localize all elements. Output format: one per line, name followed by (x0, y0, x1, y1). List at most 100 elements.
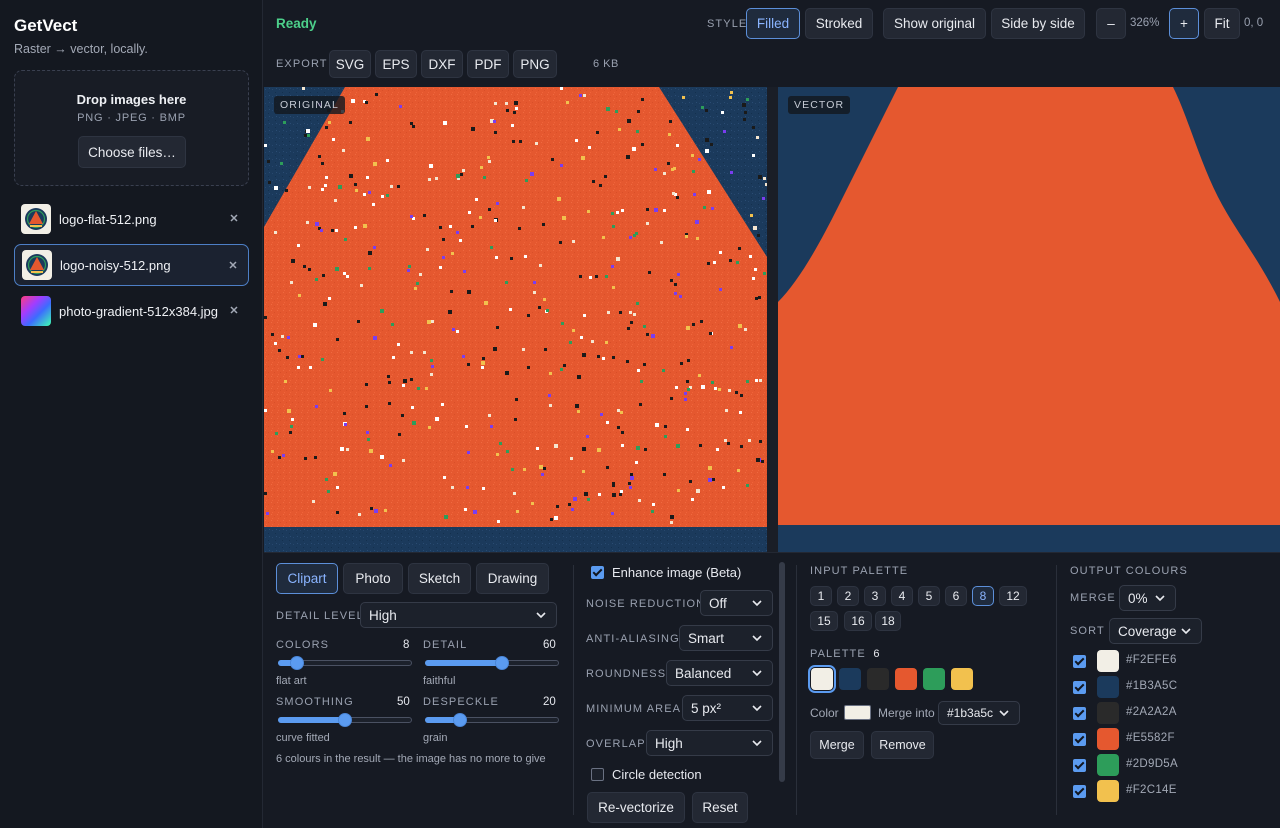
export-png-button[interactable]: PNG (513, 50, 557, 78)
logo-thumbnail (22, 250, 52, 280)
file-item-logo-flat[interactable]: logo-flat-512.png (14, 198, 249, 240)
palette-count-2[interactable]: 2 (837, 586, 859, 606)
preset-photo-button[interactable]: Photo (343, 563, 403, 594)
merge-percent-label: MERGE (1070, 592, 1116, 604)
colour-checkbox[interactable] (1073, 759, 1086, 772)
merge-button[interactable]: Merge (810, 731, 864, 759)
output-colour-row[interactable]: #2A2A2A (1073, 702, 1193, 724)
detail-level-label: DETAIL LEVEL (276, 610, 364, 622)
scrollbar[interactable] (779, 562, 785, 782)
style-filled-button[interactable]: Filled (746, 8, 800, 39)
fit-button[interactable]: Fit (1204, 8, 1240, 39)
palette-swatch[interactable] (951, 668, 973, 690)
show-original-button[interactable]: Show original (883, 8, 986, 39)
zoom-in-button[interactable]: + (1169, 8, 1199, 39)
zoom-out-button[interactable]: – (1096, 8, 1126, 39)
circle-detection-label: Circle detection (612, 767, 702, 782)
palette-swatch[interactable] (923, 668, 945, 690)
original-pane[interactable]: ORIGINAL (264, 87, 767, 552)
palette-count-4[interactable]: 4 (891, 586, 913, 606)
colour-checkbox[interactable] (1073, 655, 1086, 668)
preset-drawing-button[interactable]: Drawing (476, 563, 549, 594)
detail-slider[interactable] (425, 655, 559, 671)
vector-pane[interactable]: VECTOR (778, 87, 1280, 552)
output-colour-row[interactable]: #1B3A5C (1073, 676, 1193, 698)
original-image (264, 87, 767, 552)
remove-button[interactable]: Remove (871, 731, 934, 759)
close-icon[interactable] (229, 210, 239, 226)
overlap-select[interactable]: High (646, 730, 773, 756)
detail-hint: faithful (423, 675, 456, 687)
palette-count-5[interactable]: 5 (918, 586, 940, 606)
despeckle-slider[interactable] (425, 712, 559, 728)
detail-level-value: High (369, 607, 397, 623)
output-colour-row[interactable]: #F2C14E (1073, 780, 1193, 802)
style-stroked-button[interactable]: Stroked (805, 8, 873, 39)
colors-slider[interactable] (278, 655, 412, 671)
palette-count-6[interactable]: 6 (945, 586, 967, 606)
palette-count-18[interactable]: 18 (875, 611, 901, 631)
export-svg-button[interactable]: SVG (329, 50, 371, 78)
enhance-label: Enhance image (Beta) (612, 565, 742, 580)
export-label: EXPORT (276, 58, 328, 70)
palette-swatch[interactable] (839, 668, 861, 690)
output-colour-row[interactable]: #E5582F (1073, 728, 1193, 750)
palette-swatch[interactable] (867, 668, 889, 690)
output-colour-row[interactable]: #2D9D5A (1073, 754, 1193, 776)
preset-clipart-button[interactable]: Clipart (276, 563, 338, 594)
colour-checkbox[interactable] (1073, 681, 1086, 694)
palette-count-15[interactable]: 15 (810, 611, 838, 631)
export-dxf-button[interactable]: DXF (421, 50, 463, 78)
chevron-down-icon (999, 710, 1009, 717)
palette-count-1[interactable]: 1 (810, 586, 832, 606)
merge-percent-value: 0% (1128, 590, 1148, 606)
file-name: logo-flat-512.png (59, 211, 157, 227)
revectorize-button[interactable]: Re-vectorize (587, 792, 685, 823)
divider (796, 565, 797, 815)
color-label: Color (810, 706, 839, 720)
palette-count-8[interactable]: 8 (972, 586, 994, 606)
reset-button[interactable]: Reset (692, 792, 748, 823)
export-eps-button[interactable]: EPS (375, 50, 417, 78)
overlap-value: High (655, 735, 683, 751)
palette-count-16[interactable]: 16 (844, 611, 872, 631)
noise-reduction-select[interactable]: Off (700, 590, 773, 616)
close-icon[interactable] (228, 257, 238, 273)
anti-aliasing-select[interactable]: Smart (679, 625, 773, 651)
colour-checkbox[interactable] (1073, 785, 1086, 798)
drop-zone[interactable]: Drop images here PNG · JPEG · BMP Choose… (14, 70, 249, 186)
palette-swatch[interactable] (808, 665, 836, 693)
divider (1056, 565, 1057, 815)
pane-divider[interactable] (767, 87, 778, 552)
merge-percent-select[interactable]: 0% (1119, 585, 1176, 611)
close-icon[interactable] (229, 302, 239, 318)
roundness-select[interactable]: Balanced (666, 660, 773, 686)
sort-select[interactable]: Coverage (1109, 618, 1202, 644)
colour-swatch (1097, 702, 1119, 724)
palette-heading: PALETTE 6 (810, 645, 880, 660)
colour-hex: #2A2A2A (1126, 706, 1177, 718)
minimum-area-select[interactable]: 5 px² (682, 695, 773, 721)
detail-level-select[interactable]: High (360, 602, 557, 628)
colour-checkbox[interactable] (1073, 707, 1086, 720)
enhance-checkbox[interactable] (591, 566, 604, 579)
side-by-side-button[interactable]: Side by side (991, 8, 1085, 39)
colour-checkbox[interactable] (1073, 733, 1086, 746)
color-preview[interactable] (844, 705, 871, 720)
despeckle-label: DESPECKLE (423, 696, 499, 708)
smoothing-slider[interactable] (278, 712, 412, 728)
colour-hex: #1B3A5C (1126, 680, 1178, 692)
file-item-logo-noisy[interactable]: logo-noisy-512.png (14, 244, 249, 286)
choose-files-button[interactable]: Choose files… (78, 136, 186, 168)
preset-sketch-button[interactable]: Sketch (408, 563, 471, 594)
palette-count-3[interactable]: 3 (864, 586, 886, 606)
export-pdf-button[interactable]: PDF (467, 50, 509, 78)
file-item-photo-gradient[interactable]: photo-gradient-512x384.jpg (14, 290, 249, 332)
merge-into-select[interactable]: #1b3a5c (938, 701, 1020, 725)
palette-swatch[interactable] (895, 668, 917, 690)
smoothing-label: SMOOTHING (276, 696, 354, 708)
palette-count-12[interactable]: 12 (999, 586, 1027, 606)
circle-detection-checkbox[interactable] (591, 768, 604, 781)
colour-hex: #E5582F (1126, 732, 1175, 744)
output-colour-row[interactable]: #F2EFE6 (1073, 650, 1193, 672)
